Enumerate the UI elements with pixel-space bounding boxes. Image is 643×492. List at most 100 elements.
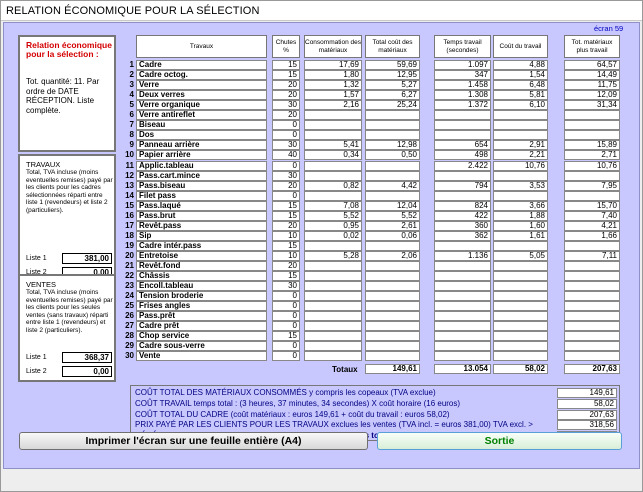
cell-temps bbox=[434, 190, 491, 201]
row-number: 30 bbox=[125, 351, 134, 361]
row-name[interactable]: Biseau bbox=[136, 120, 267, 131]
cell-cout bbox=[493, 351, 548, 362]
cell-tot bbox=[365, 120, 420, 131]
cell-conso bbox=[304, 110, 362, 121]
cell-conso bbox=[304, 261, 362, 271]
cell-chutes: 0 bbox=[272, 120, 300, 131]
cell-temps bbox=[434, 321, 491, 332]
cell-temps bbox=[434, 170, 491, 181]
cell-temps bbox=[434, 110, 491, 121]
row-name[interactable]: Cadre sous-verre bbox=[136, 341, 267, 352]
cell-conso bbox=[304, 271, 362, 282]
cell-temps bbox=[434, 351, 491, 362]
row-name[interactable]: Verre bbox=[136, 80, 267, 91]
row-name[interactable]: Pass.laqué bbox=[136, 200, 267, 211]
cell-totmat bbox=[564, 190, 620, 201]
ventes-liste1: Liste 1 368,37 bbox=[26, 352, 114, 363]
row-name[interactable]: Entretoise bbox=[136, 250, 267, 261]
row-number: 28 bbox=[125, 331, 134, 341]
cell-chutes: 10 bbox=[272, 250, 300, 261]
row-name[interactable]: Cadre bbox=[136, 60, 267, 70]
row-name[interactable]: Revêt.fond bbox=[136, 261, 267, 271]
total-temps: 13.054 bbox=[434, 363, 491, 374]
cell-tot: 2,06 bbox=[365, 250, 420, 261]
row-name[interactable]: Chop service bbox=[136, 331, 267, 342]
cell-chutes: 15 bbox=[272, 210, 300, 221]
row-name[interactable]: Cadre intér.pass bbox=[136, 240, 267, 251]
row-name[interactable]: Cadre prêt bbox=[136, 321, 267, 332]
cell-chutes: 15 bbox=[272, 200, 300, 211]
cell-temps: 1.136 bbox=[434, 250, 491, 261]
exit-button[interactable]: Sortie bbox=[377, 432, 622, 450]
cell-totmat: 14,49 bbox=[564, 70, 620, 81]
cell-tot: 5,27 bbox=[365, 80, 420, 91]
summary-line-text: PRIX PAYÉ PAR LES CLIENTS POUR LES TRAVA… bbox=[135, 420, 533, 430]
cell-cout: 1,54 bbox=[493, 70, 548, 81]
cell-conso: 17,69 bbox=[304, 60, 362, 70]
cell-totmat bbox=[564, 311, 620, 322]
row-name[interactable]: Applic.tableau bbox=[136, 160, 267, 171]
cell-temps bbox=[434, 271, 491, 282]
cell-temps bbox=[434, 341, 491, 352]
row-name[interactable]: Pass.brut bbox=[136, 210, 267, 221]
cell-temps bbox=[434, 281, 491, 292]
row-name[interactable]: Verre antireflet bbox=[136, 110, 267, 121]
row-name[interactable]: Sip bbox=[136, 230, 267, 241]
cell-tot: 0,06 bbox=[365, 230, 420, 241]
row-name[interactable]: Vente bbox=[136, 351, 267, 362]
cell-totmat bbox=[564, 240, 620, 251]
cell-cout: 1,88 bbox=[493, 210, 548, 221]
cell-conso bbox=[304, 240, 362, 251]
cell-tot bbox=[365, 170, 420, 181]
cell-temps bbox=[434, 240, 491, 251]
cell-chutes: 15 bbox=[272, 331, 300, 342]
total-cout: 58,02 bbox=[493, 363, 548, 374]
row-name[interactable]: Tension broderie bbox=[136, 291, 267, 302]
cell-temps bbox=[434, 311, 491, 322]
works-table: Travaux Chutes % Consommation des matéri… bbox=[124, 35, 634, 383]
row-name[interactable]: Deux verres bbox=[136, 90, 267, 101]
print-button[interactable]: Imprimer l'écran sur une feuille entière… bbox=[19, 432, 368, 450]
row-name[interactable]: Pass.prêt bbox=[136, 311, 267, 322]
row-name[interactable]: Encoll.tableau bbox=[136, 281, 267, 292]
cell-conso bbox=[304, 321, 362, 332]
cell-cout: 5,05 bbox=[493, 250, 548, 261]
row-name[interactable]: Filet pass bbox=[136, 190, 267, 201]
row-number: 3 bbox=[129, 80, 134, 90]
row-number: 22 bbox=[125, 271, 134, 281]
cell-temps: 1.097 bbox=[434, 60, 491, 70]
summary-line-value: 149,61 bbox=[557, 388, 617, 398]
cell-cout bbox=[493, 291, 548, 302]
cell-tot: 12,95 bbox=[365, 70, 420, 81]
summary-line-text: COÛT TOTAL DES MATÉRIAUX CONSOMMÉS y com… bbox=[135, 388, 436, 397]
row-name[interactable]: Cadre octog. bbox=[136, 70, 267, 81]
cell-tot bbox=[365, 261, 420, 271]
row-name[interactable]: Papier arrière bbox=[136, 150, 267, 161]
row-name[interactable]: Châssis bbox=[136, 271, 267, 282]
cell-temps bbox=[434, 261, 491, 271]
cell-chutes: 0 bbox=[272, 301, 300, 312]
cell-conso: 1,57 bbox=[304, 90, 362, 101]
cell-tot bbox=[365, 271, 420, 282]
cell-conso bbox=[304, 130, 362, 141]
cell-chutes: 0 bbox=[272, 321, 300, 332]
ventes-panel: VENTES Total, TVA incluse (moins eventue… bbox=[18, 274, 116, 382]
cell-cout bbox=[493, 281, 548, 292]
row-name[interactable]: Frises angles bbox=[136, 301, 267, 312]
cell-totmat bbox=[564, 281, 620, 292]
cell-tot: 5,52 bbox=[365, 210, 420, 221]
row-name[interactable]: Pass.biseau bbox=[136, 180, 267, 191]
cell-chutes: 20 bbox=[272, 110, 300, 121]
cell-temps: 2.422 bbox=[434, 160, 491, 171]
row-number: 27 bbox=[125, 321, 134, 331]
cell-cout: 2,91 bbox=[493, 140, 548, 151]
row-name[interactable]: Panneau arrière bbox=[136, 140, 267, 151]
row-name[interactable]: Dos bbox=[136, 130, 267, 141]
cell-cout: 3,66 bbox=[493, 200, 548, 211]
cell-tot: 6,27 bbox=[365, 90, 420, 101]
row-name[interactable]: Revêt.pass bbox=[136, 220, 267, 231]
header-conso: Consommation des matériaux bbox=[304, 35, 362, 58]
row-name[interactable]: Pass.cart.mince bbox=[136, 170, 267, 181]
cell-chutes: 40 bbox=[272, 150, 300, 161]
row-name[interactable]: Verre organique bbox=[136, 100, 267, 111]
